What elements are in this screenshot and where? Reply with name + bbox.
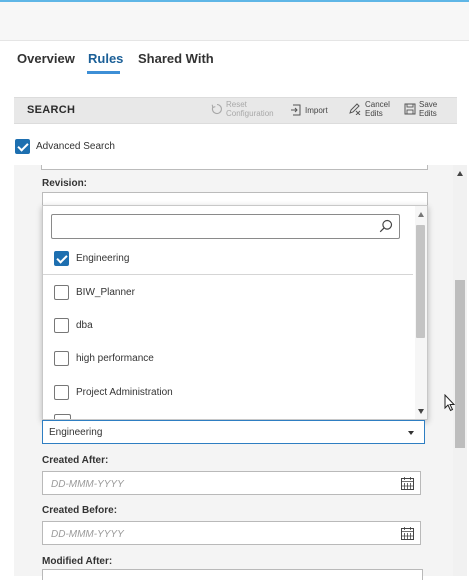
created-after-field xyxy=(42,471,421,495)
scroll-down-arrow-icon[interactable] xyxy=(418,409,424,414)
tab-bar: Overview Rules Shared With xyxy=(0,40,469,80)
scroll-up-arrow-icon[interactable] xyxy=(457,171,463,176)
revision-label: Revision: xyxy=(42,178,88,189)
cancel-label-1: Cancel xyxy=(365,100,390,109)
advanced-search-toggle[interactable]: Advanced Search xyxy=(15,139,115,154)
option-checkbox[interactable] xyxy=(54,250,69,266)
created-after-label: Created After: xyxy=(42,455,109,466)
import-icon xyxy=(291,104,301,116)
option-checkbox[interactable] xyxy=(54,284,69,300)
reset-label-2: Configuration xyxy=(226,109,274,118)
save-edits-button[interactable]: Save Edits xyxy=(404,100,437,118)
form-scroll-thumb[interactable] xyxy=(455,280,465,448)
dropdown-option-high-performance[interactable]: high performance xyxy=(43,342,413,374)
option-divider xyxy=(43,274,413,275)
search-icon xyxy=(379,219,393,233)
option-checkbox[interactable] xyxy=(54,350,69,366)
advanced-search-label: Advanced Search xyxy=(36,141,115,152)
calendar-icon[interactable] xyxy=(401,477,414,490)
dropdown-scroll-thumb[interactable] xyxy=(416,225,425,338)
dropdown-option-engineering[interactable]: Engineering xyxy=(43,242,413,274)
modified-after-label: Modified After: xyxy=(42,556,113,567)
option-label: Engineering xyxy=(76,252,130,264)
group-select-value: Engineering xyxy=(49,427,103,438)
tab-rules[interactable]: Rules xyxy=(88,51,123,66)
active-tab-indicator xyxy=(87,71,120,74)
created-after-input[interactable] xyxy=(49,476,383,492)
reset-configuration-button[interactable]: Reset Configuration xyxy=(211,100,274,118)
created-before-input[interactable] xyxy=(49,526,383,542)
option-label: dba xyxy=(76,319,93,331)
dropdown-option-project-administration[interactable]: Project Administration xyxy=(43,376,413,408)
reset-icon xyxy=(211,103,222,114)
dropdown-option-dba[interactable]: dba xyxy=(43,309,413,341)
scroll-up-arrow-icon[interactable] xyxy=(418,212,424,217)
reset-label-1: Reset xyxy=(226,100,247,109)
cancel-edits-button[interactable]: Cancel Edits xyxy=(348,100,390,118)
calendar-icon[interactable] xyxy=(401,527,414,540)
dropdown-search-box xyxy=(51,214,400,239)
import-button[interactable]: Import xyxy=(291,104,328,116)
save-icon xyxy=(404,103,416,115)
search-toolbar: SEARCH Reset Configuration Import Cancel E… xyxy=(14,97,457,124)
option-label: Project Administration xyxy=(76,386,173,398)
option-label: high performance xyxy=(76,352,154,364)
group-select[interactable]: Engineering xyxy=(42,420,425,444)
cancel-label-2: Edits xyxy=(365,109,383,118)
previous-field-bottom xyxy=(41,165,428,170)
option-checkbox[interactable] xyxy=(54,317,69,333)
top-bar xyxy=(0,2,469,41)
advanced-search-checkbox[interactable] xyxy=(15,139,30,154)
dropdown-option-biw-planner[interactable]: BIW_Planner xyxy=(43,276,413,308)
modified-after-field[interactable] xyxy=(42,569,423,580)
chevron-down-icon xyxy=(408,431,414,435)
dropdown-scrollbar[interactable] xyxy=(415,206,427,419)
tab-overview[interactable]: Overview xyxy=(17,51,75,66)
tab-shared-with[interactable]: Shared With xyxy=(138,51,214,66)
option-checkbox[interactable] xyxy=(54,384,69,400)
option-label: BIW_Planner xyxy=(76,286,135,298)
mouse-cursor-icon xyxy=(444,394,456,412)
import-label: Import xyxy=(305,105,328,115)
form-scrollbar[interactable] xyxy=(453,165,467,576)
dropdown-search-input[interactable] xyxy=(56,216,370,239)
save-label-1: Save xyxy=(419,100,438,109)
search-title: SEARCH xyxy=(27,104,76,116)
save-label-2: Edits xyxy=(419,109,437,118)
created-before-field xyxy=(42,521,421,545)
created-before-label: Created Before: xyxy=(42,505,118,516)
group-dropdown-panel: Engineering BIW_Planner dba high perform… xyxy=(42,205,428,420)
cancel-edits-icon xyxy=(349,103,361,115)
